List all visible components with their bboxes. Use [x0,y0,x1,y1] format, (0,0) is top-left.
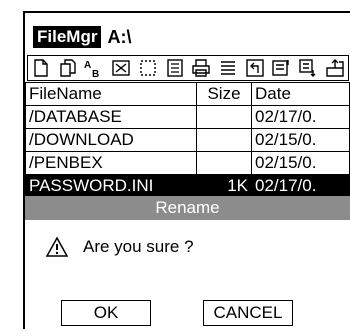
table-row[interactable]: /DATABASE 02/17/0. [25,105,350,129]
file-size-cell [196,151,252,175]
list-view-icon[interactable] [217,57,239,79]
details-view-icon[interactable] [270,57,292,79]
file-date-cell: 02/17/0. [251,105,350,129]
select-icon[interactable] [137,57,159,79]
properties-icon[interactable] [164,57,186,79]
up-folder-icon[interactable] [244,57,266,79]
svg-text:B: B [92,69,99,78]
file-manager-window: FileMgr A:\ AB FileName Size Date /DATAB… [23,11,350,331]
table-row[interactable]: /DOWNLOAD 02/15/0. [25,128,350,152]
svg-text:A: A [84,60,91,71]
file-name-cell: /PENBEX [25,151,197,175]
file-date-cell: 02/15/0. [251,151,350,175]
copy-icon[interactable] [57,57,79,79]
title-bar: FileMgr A:\ [33,25,131,49]
open-icon[interactable] [324,57,346,79]
file-size-cell [196,128,252,152]
sort-icon[interactable] [297,57,319,79]
file-list-table: FileName Size Date /DATABASE 02/17/0. /D… [25,82,350,198]
dialog-title: Rename [25,196,350,220]
file-name-cell: /DATABASE [25,105,197,129]
table-row[interactable]: /PENBEX 02/15/0. [25,151,350,175]
rename-confirm-dialog: Rename Are you sure ? OK CANCEL [25,196,350,331]
file-date-cell: 02/17/0. [251,174,350,198]
file-size-cell: 1K [196,174,252,198]
dialog-message-row: Are you sure ? [45,236,194,258]
new-file-icon[interactable] [30,57,52,79]
current-path: A:\ [107,26,132,47]
warning-icon [45,236,69,257]
column-header-date[interactable]: Date [251,82,350,106]
file-name-cell: /DOWNLOAD [25,128,197,152]
ok-button[interactable]: OK [61,300,151,326]
file-size-cell [196,105,252,129]
table-row-selected[interactable]: PASSWORD.INI 1K 02/17/0. [25,174,350,198]
app-name: FileMgr [33,26,102,48]
table-header-row: FileName Size Date [25,82,350,106]
column-header-filename[interactable]: FileName [25,82,197,106]
file-date-cell: 02/15/0. [251,128,350,152]
dialog-message: Are you sure ? [83,237,194,256]
cancel-button[interactable]: CANCEL [203,300,293,326]
file-name-cell: PASSWORD.INI [25,174,197,198]
column-header-size[interactable]: Size [196,82,252,106]
toolbar: AB [27,55,349,81]
delete-icon[interactable] [110,57,132,79]
print-icon[interactable] [190,57,212,79]
rename-icon[interactable]: AB [83,57,105,79]
